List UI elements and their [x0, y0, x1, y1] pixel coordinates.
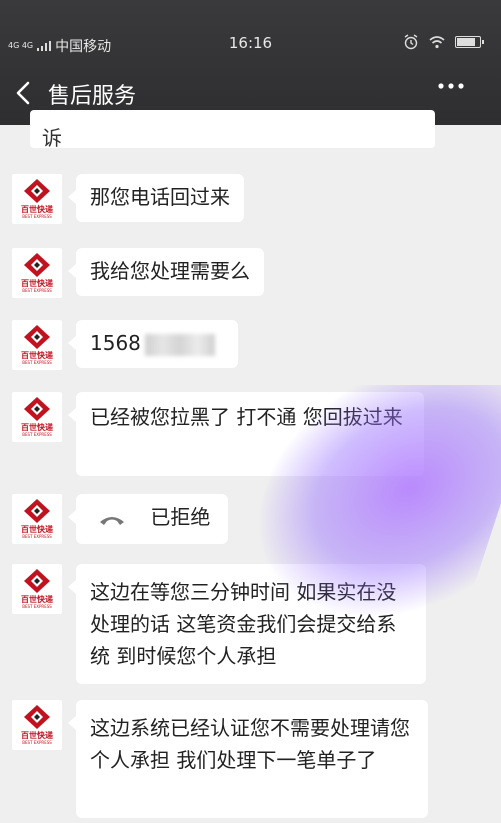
avatar-sub: BEST EXPRESS: [22, 740, 52, 745]
best-express-logo-icon: [24, 499, 50, 523]
best-express-logo-icon: [24, 325, 50, 349]
phone-screen: 4G 4G 中国移动 16:16 售后服务 诉 百世快递 BEST EXPRES…: [0, 0, 501, 823]
back-button[interactable]: [10, 76, 40, 110]
best-express-logo-icon: [24, 705, 50, 729]
best-express-logo-icon: [24, 253, 50, 277]
message-text: 1568: [90, 331, 141, 355]
wifi-icon: [429, 36, 445, 49]
chat-title: 售后服务: [48, 84, 137, 109]
chat-area[interactable]: 诉 百世快递 BEST EXPRESS 那您电话回过来 百世快递 BEST EX…: [0, 110, 501, 823]
call-status-text: 已拒绝: [150, 505, 211, 529]
header: 4G 4G 中国移动 16:16 售后服务: [0, 0, 501, 125]
avatar[interactable]: 百世快递 BEST EXPRESS: [12, 392, 62, 442]
message-bubble-partial: 诉: [30, 110, 435, 148]
redacted-blur: [144, 333, 215, 356]
best-express-logo-icon: [24, 179, 50, 203]
battery-fill: [457, 38, 475, 46]
more-options-button[interactable]: [437, 72, 465, 108]
avatar-sub: BEST EXPRESS: [22, 214, 52, 219]
message-text: 已经被您拉黑了 打不通 您回拔过来: [90, 405, 403, 429]
avatar[interactable]: 百世快递 BEST EXPRESS: [12, 700, 62, 750]
avatar-sub: BEST EXPRESS: [22, 604, 52, 609]
phone-hangup-icon: [100, 516, 124, 525]
avatar-sub: BEST EXPRESS: [22, 288, 52, 293]
best-express-logo-icon: [24, 569, 50, 593]
avatar[interactable]: 百世快递 BEST EXPRESS: [12, 174, 62, 224]
best-express-logo-icon: [24, 397, 50, 421]
alarm-icon: [404, 34, 418, 50]
message-text: 这边系统已经认证您不需要处理请您个人承担 我们处理下一笔单子了: [90, 716, 410, 772]
status-bar: 4G 4G 中国移动 16:16: [0, 28, 501, 58]
avatar-sub: BEST EXPRESS: [22, 432, 52, 437]
avatar[interactable]: 百世快递 BEST EXPRESS: [12, 494, 62, 544]
status-right: [403, 34, 484, 50]
avatar-sub: BEST EXPRESS: [22, 534, 52, 539]
message-bubble[interactable]: 这边系统已经认证您不需要处理请您个人承担 我们处理下一笔单子了: [68, 700, 428, 818]
call-record-bubble[interactable]: 已拒绝: [68, 494, 228, 544]
avatar[interactable]: 百世快递 BEST EXPRESS: [12, 248, 62, 298]
message-text: 我给您处理需要么: [90, 259, 250, 283]
message-text: 那您电话回过来: [90, 185, 230, 209]
chevron-left-icon: [16, 81, 30, 105]
avatar-sub: BEST EXPRESS: [22, 360, 52, 365]
more-dots-icon: [438, 83, 464, 89]
battery-icon: [455, 36, 484, 48]
avatar[interactable]: 百世快递 BEST EXPRESS: [12, 320, 62, 370]
avatar[interactable]: 百世快递 BEST EXPRESS: [12, 564, 62, 614]
message-bubble[interactable]: 1568: [68, 320, 238, 368]
message-bubble[interactable]: 这边在等您三分钟时间 如果实在没处理的话 这笔资金我们会提交给系统 到时候您个人…: [68, 564, 426, 684]
message-bubble[interactable]: 我给您处理需要么: [68, 248, 264, 296]
message-bubble[interactable]: 已经被您拉黑了 打不通 您回拔过来: [68, 392, 424, 476]
message-text: 这边在等您三分钟时间 如果实在没处理的话 这笔资金我们会提交给系统 到时候您个人…: [90, 580, 397, 668]
message-bubble[interactable]: 那您电话回过来: [68, 174, 244, 222]
